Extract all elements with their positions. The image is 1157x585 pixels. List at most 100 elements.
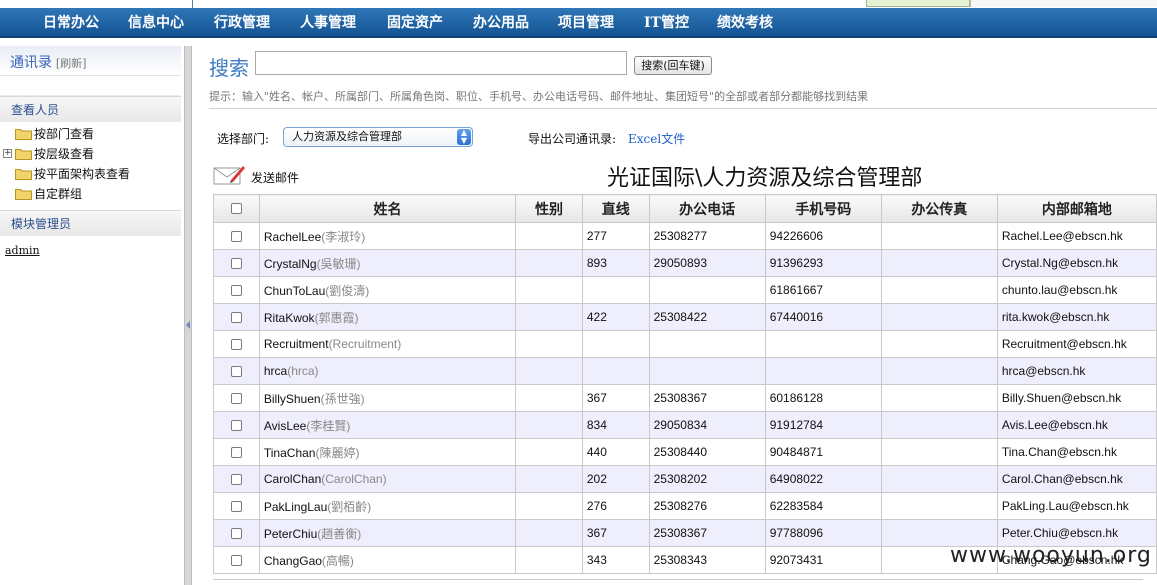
nav-item-office-supplies[interactable]: 办公用品 (473, 8, 529, 38)
top-select-fragment[interactable] (866, 0, 970, 7)
contact-name[interactable]: AvisLee (264, 419, 306, 433)
cell-name[interactable]: ChunToLau(劉俊濤) (258, 276, 517, 304)
cell-name[interactable]: ChangGao(高暢) (258, 546, 517, 574)
contact-name[interactable]: TinaChan (264, 446, 316, 460)
table-row[interactable]: PakLingLau(劉栢齡) 276 25308276 62283584 PakLin… (213, 492, 1157, 520)
cell-direct: 834 (581, 411, 650, 439)
contact-name[interactable]: PakLingLau (264, 500, 327, 514)
row-checkbox[interactable] (230, 312, 242, 324)
folder-icon (15, 169, 32, 180)
nav-item-admin-management[interactable]: 行政管理 (214, 8, 270, 38)
table-row[interactable]: hrca(hrca) hrca@ebscn.hk (213, 357, 1157, 385)
column-header-fax[interactable]: 办公传真 (880, 194, 998, 223)
row-checkbox[interactable] (230, 366, 242, 378)
nav-item-daily-office[interactable]: 日常办公 (43, 8, 99, 38)
expand-icon[interactable]: + (3, 149, 12, 158)
tree-item-by-department[interactable]: 按部门查看 (0, 124, 181, 144)
contact-chinese-name: (高暢) (321, 553, 354, 568)
contact-name[interactable]: CarolChan (264, 472, 321, 486)
contact-chinese-name: (劉栢齡) (327, 499, 372, 514)
column-header-direct[interactable]: 直线 (581, 194, 650, 223)
collapse-arrow-icon[interactable] (186, 321, 190, 329)
contact-name[interactable]: RachelLee (264, 230, 321, 244)
row-checkbox[interactable] (230, 528, 242, 540)
row-checkbox[interactable] (230, 447, 242, 459)
section-view-people[interactable]: 查看人员 (0, 96, 181, 122)
cell-gender (515, 303, 583, 331)
export-excel-link[interactable]: Excel文件 (628, 130, 685, 147)
cell-name[interactable]: CarolChan(CarolChan) (258, 465, 517, 493)
tree-item-by-level[interactable]: + 按层级查看 (0, 144, 181, 164)
row-checkbox[interactable] (230, 258, 242, 270)
nav-item-info-center[interactable]: 信息中心 (128, 8, 184, 38)
cell-direct: 202 (581, 465, 650, 493)
contact-name[interactable]: RitaKwok (264, 311, 315, 325)
table-row[interactable]: BillyShuen(孫世強) 367 25308367 60186128 Billy.… (213, 384, 1157, 412)
cell-name[interactable]: hrca(hrca) (258, 357, 517, 385)
tree-item-by-flat-structure[interactable]: 按平面架构表查看 (0, 164, 181, 184)
column-header-office-phone[interactable]: 办公电话 (648, 194, 766, 223)
table-row[interactable]: Recruitment(Recruitment) Recruitment@ebsc… (213, 330, 1157, 358)
cell-gender (515, 330, 583, 358)
refresh-link[interactable]: [刷新] (56, 57, 87, 70)
contact-name[interactable]: hrca (264, 364, 287, 378)
cell-name[interactable]: BillyShuen(孫世強) (258, 384, 517, 412)
cell-name[interactable]: RitaKwok(郭惠霞) (258, 303, 517, 331)
nav-item-project-management[interactable]: 项目管理 (558, 8, 614, 38)
column-header-name[interactable]: 姓名 (258, 194, 517, 223)
row-select-cell (213, 357, 260, 385)
search-input[interactable] (255, 51, 627, 75)
contact-name[interactable]: ChunToLau (264, 284, 325, 298)
sidebar-splitter[interactable] (184, 46, 192, 585)
top-input-fragment[interactable] (970, 0, 1157, 7)
cell-name[interactable]: RachelLee(李淑玲) (258, 222, 517, 250)
admin-user-link[interactable]: admin (0, 244, 181, 257)
row-select-cell (213, 303, 260, 331)
nav-item-performance[interactable]: 绩效考核 (717, 8, 773, 38)
select-all-checkbox[interactable] (230, 203, 242, 214)
cell-name[interactable]: Recruitment(Recruitment) (258, 330, 517, 358)
column-header-gender[interactable]: 性别 (515, 194, 583, 223)
row-checkbox[interactable] (230, 285, 242, 297)
cell-name[interactable]: AvisLee(李桂賢) (258, 411, 517, 439)
row-checkbox[interactable] (230, 474, 242, 486)
column-header-email[interactable]: 内部邮箱地 (996, 194, 1157, 223)
table-row[interactable]: CrystalNg(吳敏珊) 893 29050893 91396293 Crystal… (213, 249, 1157, 277)
tree-item-custom-groups[interactable]: 自定群组 (0, 184, 181, 204)
cell-name[interactable]: CrystalNg(吳敏珊) (258, 249, 517, 277)
row-checkbox[interactable] (230, 231, 242, 243)
folder-icon (15, 189, 32, 200)
cell-mobile: 94226606 (764, 222, 882, 250)
table-row[interactable]: RitaKwok(郭惠霞) 422 25308422 67440016 rita.kwo… (213, 303, 1157, 331)
search-button[interactable]: 搜索(回车键) (634, 56, 712, 75)
nav-item-it-control[interactable]: IT管控 (644, 8, 689, 38)
cell-name[interactable]: PakLingLau(劉栢齡) (258, 492, 517, 520)
contact-name[interactable]: CrystalNg (264, 257, 317, 271)
contact-name[interactable]: PeterChiu (264, 527, 317, 541)
envelope-pen-icon[interactable] (213, 162, 245, 186)
row-checkbox[interactable] (230, 420, 242, 432)
row-checkbox[interactable] (230, 501, 242, 513)
section-module-admin[interactable]: 模块管理员 (0, 210, 181, 236)
table-row[interactable]: TinaChan(陳麗婷) 440 25308440 90484871 Tina.Cha… (213, 438, 1157, 466)
table-row[interactable]: AvisLee(李桂賢) 834 29050834 91912784 Avis.Lee@… (213, 411, 1157, 439)
contact-name[interactable]: Recruitment (264, 337, 329, 351)
cell-direct: 367 (581, 384, 650, 412)
table-row[interactable]: ChunToLau(劉俊濤) 61861667 chunto.lau@ebscn.h… (213, 276, 1157, 304)
row-checkbox[interactable] (230, 339, 242, 351)
department-select[interactable]: 人力资源及综合管理部 ▲ ▼ (283, 127, 473, 147)
contact-name[interactable]: BillyShuen (264, 392, 321, 406)
nav-item-fixed-assets[interactable]: 固定资产 (387, 8, 443, 38)
table-row[interactable]: RachelLee(李淑玲) 277 25308277 94226606 Rachel.… (213, 222, 1157, 250)
row-checkbox[interactable] (230, 393, 242, 405)
table-row[interactable]: CarolChan(CarolChan) 202 25308202 64908022 C… (213, 465, 1157, 493)
contact-chinese-name: (CarolChan) (321, 472, 387, 486)
column-header-mobile[interactable]: 手机号码 (764, 194, 882, 223)
nav-item-hr-management[interactable]: 人事管理 (300, 8, 356, 38)
cell-name[interactable]: TinaChan(陳麗婷) (258, 438, 517, 466)
row-checkbox[interactable] (230, 555, 242, 567)
cell-name[interactable]: PeterChiu(趙善衡) (258, 519, 517, 547)
contact-name[interactable]: ChangGao (264, 554, 322, 568)
contact-chinese-name: (吳敏珊) (316, 256, 361, 271)
send-mail-link[interactable]: 发送邮件 (251, 169, 299, 186)
